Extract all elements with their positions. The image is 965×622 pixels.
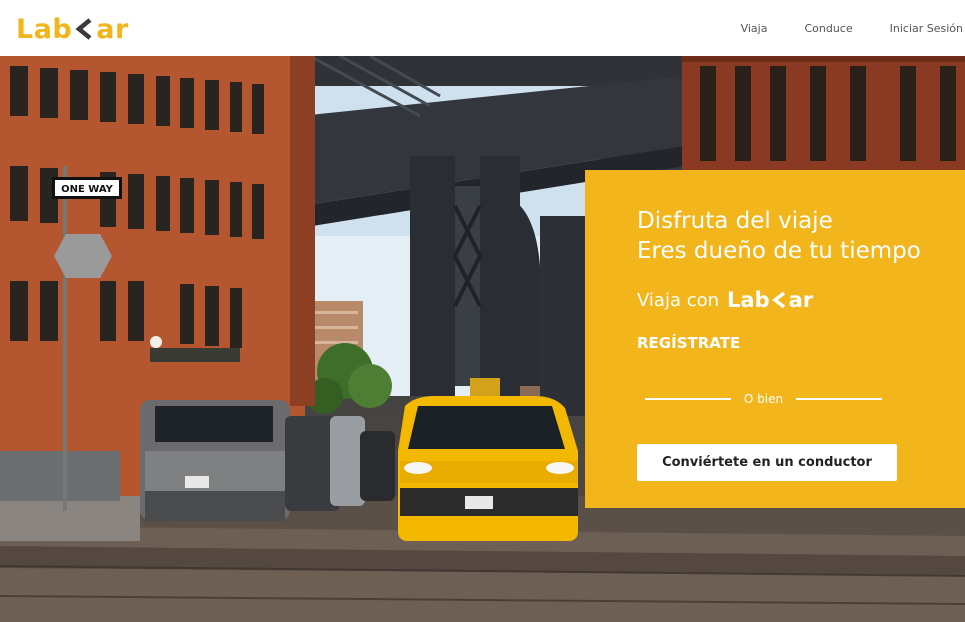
chevron-left-icon — [75, 18, 92, 40]
logo-text-left: Lab — [16, 13, 73, 45]
logo-text-right: ar — [96, 13, 129, 45]
hero-section: ONE WAY Disfruta del viaje Eres dueño de… — [0, 56, 965, 622]
divider-line-right — [795, 398, 882, 400]
headline-line-2: Eres dueño de tu tiempo — [637, 238, 921, 264]
top-navbar: Lab ar Viaja Conduce Iniciar Sesión — [0, 0, 965, 56]
chevron-left-icon — [771, 291, 785, 309]
become-driver-button[interactable]: Conviértete en un conductor — [637, 444, 897, 481]
register-link[interactable]: REGÍSTRATE — [637, 334, 740, 352]
divider-line-left — [645, 398, 731, 400]
main-nav: Viaja Conduce Iniciar Sesión — [704, 0, 963, 56]
headline-line-1: Disfruta del viaje — [637, 208, 833, 234]
ride-prefix: Viaja con — [637, 289, 720, 311]
nav-item-viaja[interactable]: Viaja — [741, 22, 768, 35]
brand-logo[interactable]: Lab ar — [16, 13, 129, 45]
promo-card: Disfruta del viaje Eres dueño de tu tiem… — [585, 170, 965, 508]
nav-item-conduce[interactable]: Conduce — [804, 22, 852, 35]
promo-logo-text-left: Lab — [727, 288, 770, 312]
ride-with-text: Viaja con Lab ar — [637, 288, 813, 312]
promo-brand-logo: Lab ar — [727, 288, 813, 312]
promo-logo-text-right: ar — [788, 288, 814, 312]
one-way-sign-text: ONE WAY — [61, 184, 114, 195]
promo-headline: Disfruta del viaje Eres dueño de tu tiem… — [637, 206, 957, 266]
or-label: O bien — [743, 392, 784, 406]
nav-item-login[interactable]: Iniciar Sesión — [890, 22, 963, 35]
or-divider: O bien — [645, 389, 882, 409]
